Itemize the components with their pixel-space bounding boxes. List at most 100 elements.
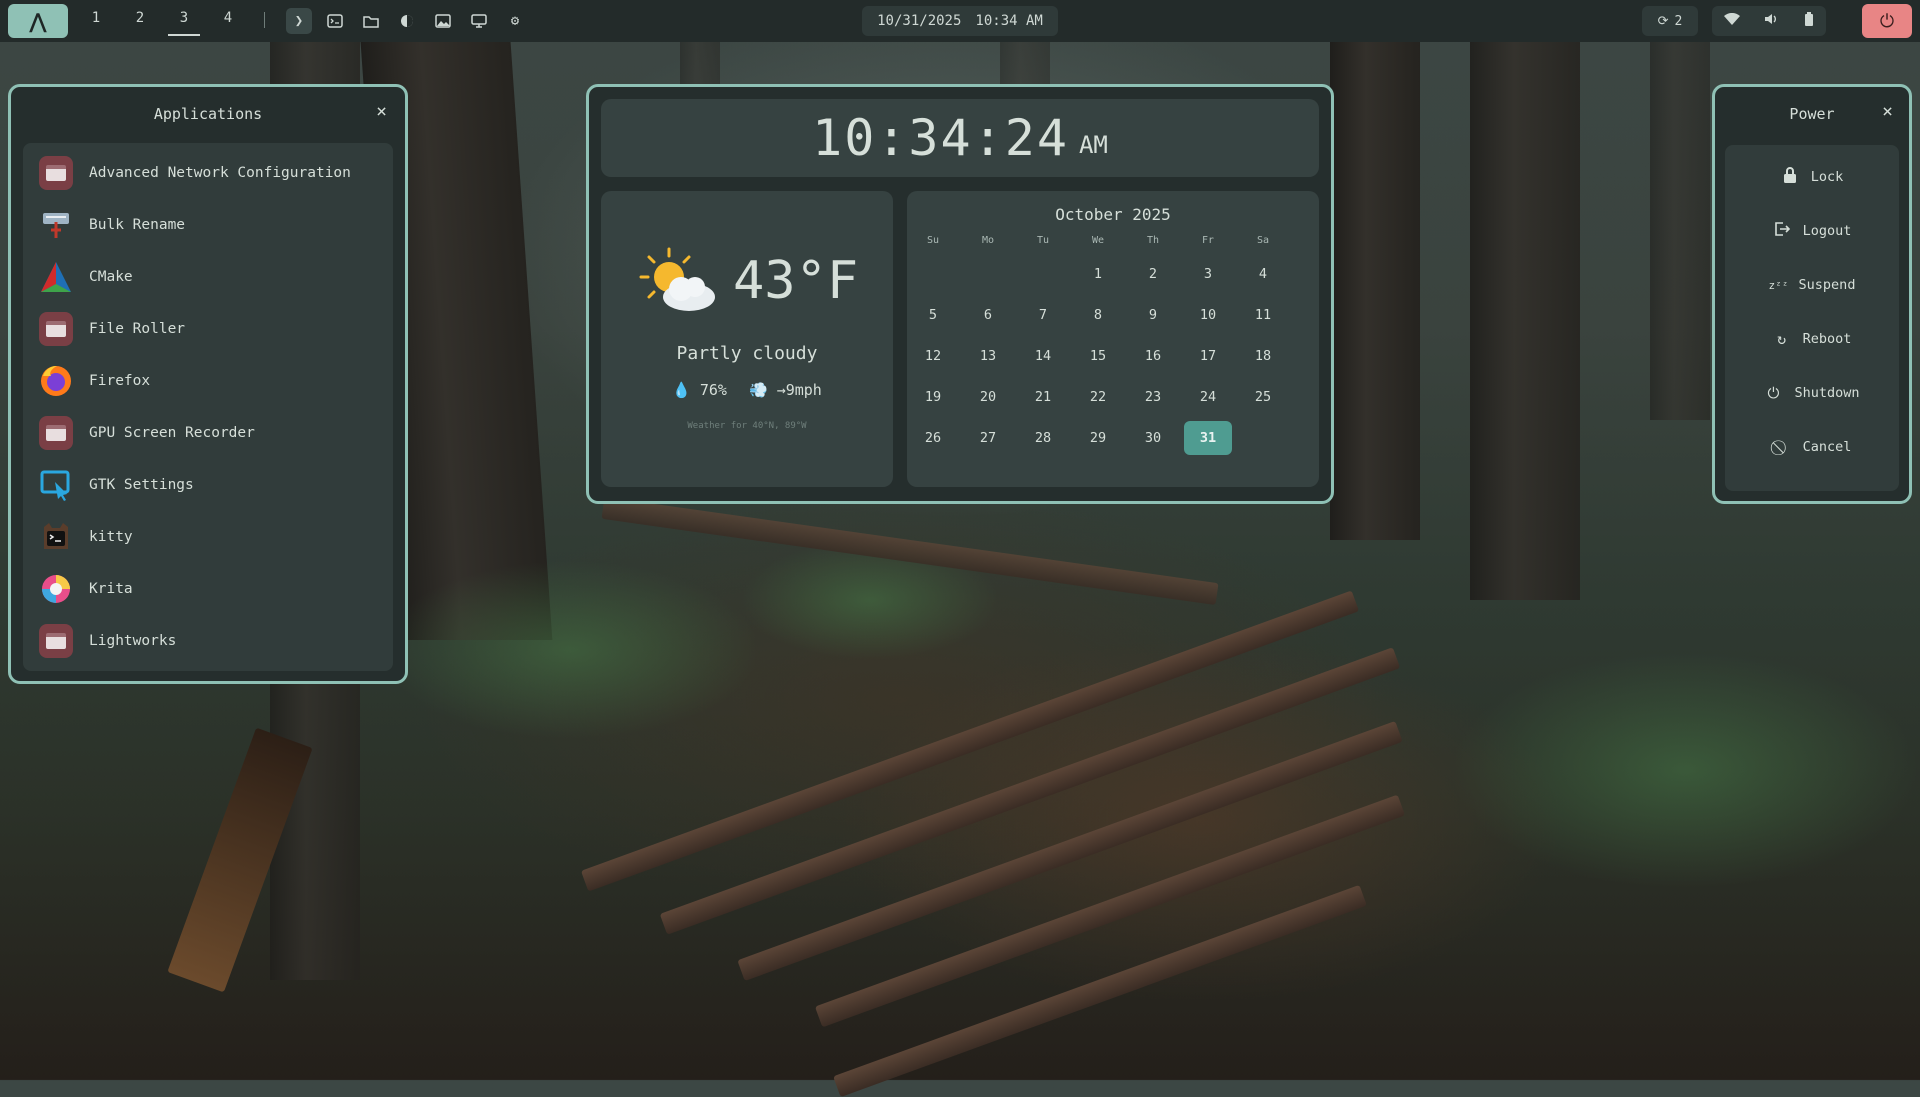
calendar-day[interactable]: 23 xyxy=(1129,380,1177,414)
app-item-firefox[interactable]: Firefox xyxy=(23,357,393,405)
calendar-widget: October 2025 Su Mo Tu We Th Fr Sa 1 2 3 4 5 6 7 8 9 10 11… xyxy=(907,191,1319,487)
volume-icon[interactable] xyxy=(1764,13,1780,29)
calendar-day-today[interactable]: 31 xyxy=(1184,421,1232,455)
close-icon[interactable]: × xyxy=(1882,101,1893,122)
partly-cloudy-icon xyxy=(637,247,721,317)
app-list: Advanced Network Configuration Bulk Rena… xyxy=(23,143,393,671)
calendar-day[interactable]: 2 xyxy=(1129,257,1177,291)
calendar-day[interactable]: 20 xyxy=(964,380,1012,414)
humidity-value: 76% xyxy=(699,381,727,399)
calendar-weekday-mo: Mo xyxy=(981,235,995,246)
app-item-file-roller[interactable]: File Roller xyxy=(23,305,393,353)
suspend-button[interactable]: zᶻᶻ Suspend xyxy=(1725,263,1899,307)
app-label: File Roller xyxy=(89,321,186,337)
shutdown-icon: ⏻ xyxy=(1767,384,1780,402)
app-item-krita[interactable]: Krita xyxy=(23,565,393,613)
cancel-button[interactable]: ⃠ Cancel xyxy=(1725,425,1899,469)
cancel-label: Cancel xyxy=(1802,439,1852,455)
calendar-day[interactable]: 29 xyxy=(1074,421,1122,455)
calendar-day[interactable]: 5 xyxy=(909,298,957,332)
calendar-day[interactable]: 3 xyxy=(1184,257,1232,291)
app-item-gpu-screen-recorder[interactable]: GPU Screen Recorder xyxy=(23,409,393,457)
top-bar: ⋀ 1 2 3 4 ❯ ⚙ 10/31/2025 10:34 AM ⟳ 2 ⏻ xyxy=(0,0,1920,42)
calendar-day[interactable]: 7 xyxy=(1019,298,1067,332)
system-tray xyxy=(1712,6,1826,36)
app-label: CMake xyxy=(89,269,133,285)
app-item-bulk-rename[interactable]: Bulk Rename xyxy=(23,201,393,249)
app-item-gtk-settings[interactable]: GTK Settings xyxy=(23,461,393,509)
calendar-day[interactable]: 30 xyxy=(1129,421,1177,455)
image-icon[interactable] xyxy=(430,8,456,34)
power-title: Power xyxy=(1789,105,1835,123)
datetime-pill[interactable]: 10/31/2025 10:34 AM xyxy=(862,6,1058,36)
calendar-day[interactable]: 25 xyxy=(1239,380,1287,414)
calendar-day[interactable]: 26 xyxy=(909,421,957,455)
app-item-cmake[interactable]: CMake xyxy=(23,253,393,301)
display-icon[interactable] xyxy=(466,8,492,34)
calendar-day[interactable]: 17 xyxy=(1184,339,1232,373)
gtk-settings-icon xyxy=(39,468,73,502)
logout-icon xyxy=(1773,221,1791,241)
calendar-day[interactable]: 6 xyxy=(964,298,1012,332)
divider xyxy=(264,12,265,28)
clock-time: 10:34:24 xyxy=(812,109,1069,167)
calendar-day[interactable]: 22 xyxy=(1074,380,1122,414)
folder-icon[interactable] xyxy=(358,8,384,34)
shutdown-button[interactable]: ⏻ Shutdown xyxy=(1725,371,1899,415)
app-label: kitty xyxy=(89,529,133,545)
shutdown-label: Shutdown xyxy=(1794,385,1860,401)
wifi-icon[interactable] xyxy=(1724,12,1740,29)
power-icon: ⏻ xyxy=(1879,10,1895,32)
calendar-month-title: October 2025 xyxy=(1055,205,1171,224)
app-item-kitty[interactable]: kitty xyxy=(23,513,393,561)
lock-button[interactable]: Lock xyxy=(1725,155,1899,199)
humidity-stat: 💧 76% xyxy=(672,381,727,399)
arch-logo-icon: ⋀ xyxy=(29,9,47,33)
calendar-day[interactable]: 24 xyxy=(1184,380,1232,414)
wind-value: →9mph xyxy=(776,381,822,399)
lock-label: Lock xyxy=(1810,169,1844,185)
calendar-day[interactable]: 13 xyxy=(964,339,1012,373)
reboot-icon: ↻ xyxy=(1777,330,1787,348)
color-picker-icon[interactable] xyxy=(394,8,420,34)
calendar-day[interactable]: 16 xyxy=(1129,339,1177,373)
logout-button[interactable]: Logout xyxy=(1725,209,1899,253)
droplet-icon: 💧 xyxy=(672,381,691,399)
workspace-3[interactable]: 3 xyxy=(168,10,200,36)
calendar-day[interactable]: 11 xyxy=(1239,298,1287,332)
calendar-day[interactable]: 15 xyxy=(1074,339,1122,373)
notifications-pill[interactable]: ⟳ 2 xyxy=(1642,6,1698,36)
gear-icon[interactable]: ⚙ xyxy=(502,8,528,34)
calendar-day[interactable]: 10 xyxy=(1184,298,1232,332)
run-icon[interactable]: ❯ xyxy=(286,8,312,34)
calendar-day[interactable]: 18 xyxy=(1239,339,1287,373)
calendar-day[interactable]: 19 xyxy=(909,380,957,414)
clock-display: 10:34:24 AM xyxy=(601,99,1319,177)
power-panel: Power × Lock Logout zᶻᶻ Suspend ↻ Reboot… xyxy=(1712,84,1912,504)
app-item-lightworks[interactable]: Lightworks xyxy=(23,617,393,665)
workspace-2[interactable]: 2 xyxy=(126,10,154,26)
app-label: GPU Screen Recorder xyxy=(89,425,255,441)
calendar-day[interactable]: 1 xyxy=(1074,257,1122,291)
calendar-day[interactable]: 27 xyxy=(964,421,1012,455)
calendar-weekday-sa: Sa xyxy=(1256,235,1270,246)
app-label: Lightworks xyxy=(89,633,177,649)
applications-title: Applications xyxy=(153,105,263,123)
calendar-day[interactable]: 21 xyxy=(1019,380,1067,414)
calendar-day[interactable]: 4 xyxy=(1239,257,1287,291)
logout-label: Logout xyxy=(1802,223,1852,239)
battery-icon[interactable] xyxy=(1804,12,1814,30)
reboot-button[interactable]: ↻ Reboot xyxy=(1725,317,1899,361)
app-item-advanced-network-configuration[interactable]: Advanced Network Configuration xyxy=(23,149,393,197)
terminal-icon[interactable] xyxy=(322,8,348,34)
calendar-day[interactable]: 9 xyxy=(1129,298,1177,332)
workspace-4[interactable]: 4 xyxy=(214,10,242,26)
workspace-1[interactable]: 1 xyxy=(82,10,110,26)
close-icon[interactable]: × xyxy=(376,101,387,122)
calendar-day[interactable]: 14 xyxy=(1019,339,1067,373)
calendar-day[interactable]: 8 xyxy=(1074,298,1122,332)
calendar-day[interactable]: 12 xyxy=(909,339,957,373)
launcher-logo-button[interactable]: ⋀ xyxy=(8,4,68,38)
calendar-day[interactable]: 28 xyxy=(1019,421,1067,455)
power-menu-button[interactable]: ⏻ xyxy=(1862,4,1912,38)
